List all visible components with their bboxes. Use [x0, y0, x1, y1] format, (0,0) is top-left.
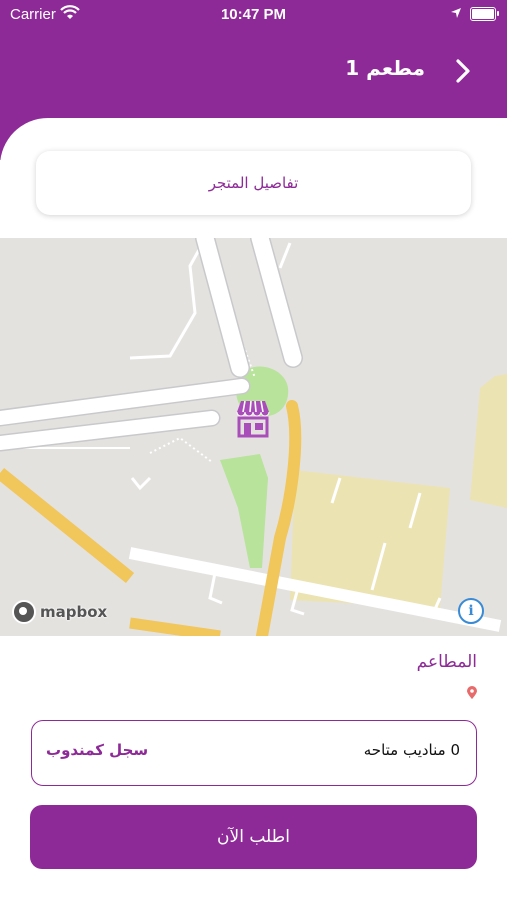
store-icon[interactable]	[234, 398, 272, 438]
status-bar: Carrier 10:47 PM	[0, 0, 507, 30]
mapbox-logo[interactable]: mapbox	[12, 600, 107, 624]
order-now-label: اطلب الآن	[217, 827, 290, 847]
register-as-agent-link[interactable]: سجل كمندوب	[46, 741, 148, 759]
store-details-button[interactable]: تفاصيل المتجر	[36, 151, 471, 215]
order-now-button[interactable]: اطلب الآن	[30, 805, 477, 869]
page-title: مطعم 1	[345, 56, 425, 80]
agents-panel: 0 مناديب متاحه سجل كمندوب	[31, 720, 477, 786]
location-pin-icon	[467, 686, 477, 699]
location-arrow-icon	[451, 8, 461, 18]
map-view[interactable]	[0, 238, 507, 636]
store-details-label: تفاصيل المتجر	[208, 174, 299, 192]
clock: 10:47 PM	[220, 6, 287, 23]
mapbox-icon	[12, 600, 36, 624]
info-icon[interactable]: i	[458, 598, 484, 624]
available-agents-text: 0 مناديب متاحه	[363, 741, 460, 759]
battery-icon	[470, 7, 499, 21]
restaurant-name: المطاعم	[416, 652, 477, 672]
chevron-right-icon[interactable]	[448, 56, 478, 86]
